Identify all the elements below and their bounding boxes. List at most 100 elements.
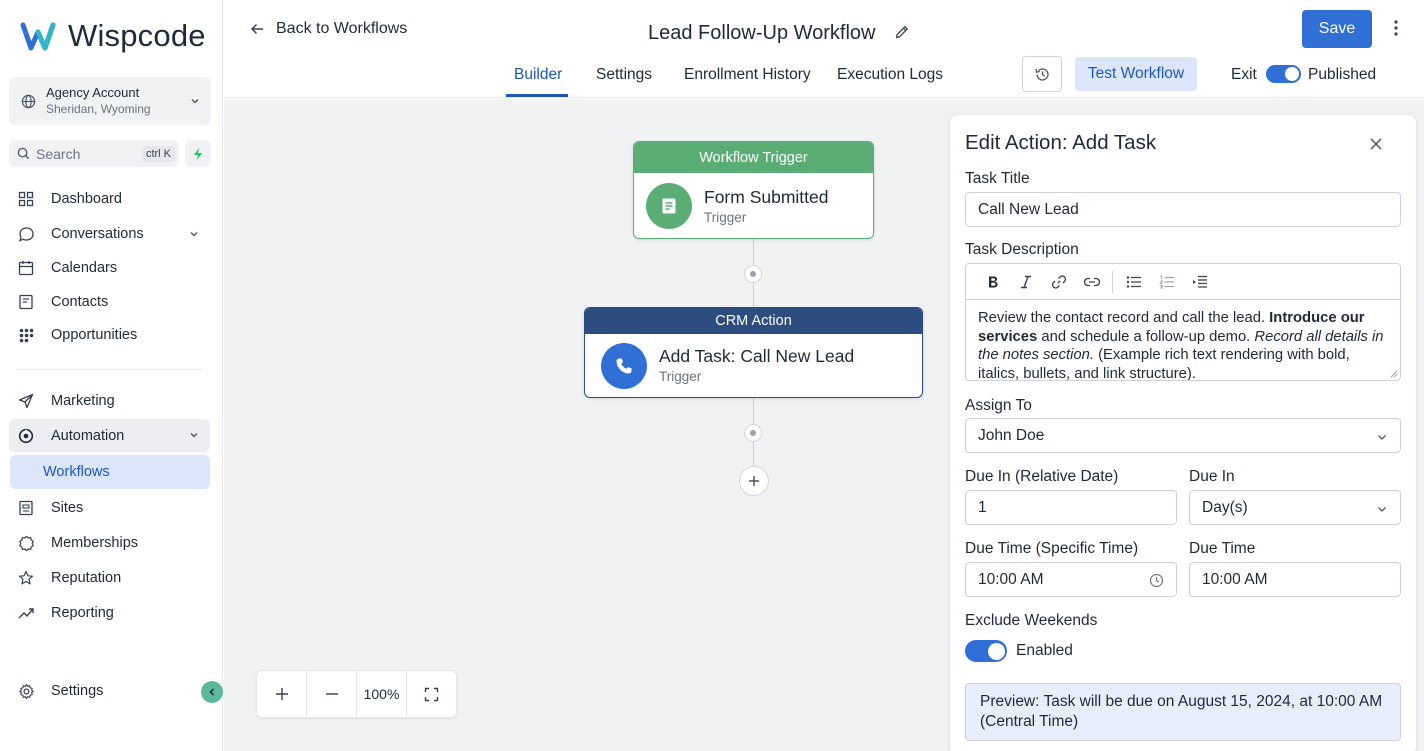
due-in-relative-input[interactable]: 1	[965, 490, 1177, 525]
search-input[interactable]: Search ctrl K	[9, 140, 179, 167]
connector-dot[interactable]	[744, 424, 762, 442]
numbered-list-icon	[1158, 275, 1174, 288]
task-title-label: Task Title	[965, 170, 1030, 187]
globe-icon	[21, 94, 36, 108]
fit-view-button[interactable]	[407, 671, 456, 717]
due-time-label: Due Time	[1189, 540, 1256, 557]
connector-dot[interactable]	[744, 265, 762, 283]
zoom-in-button[interactable]	[257, 671, 307, 717]
search-icon	[17, 147, 30, 160]
workflow-title: Lead Follow-Up Workflow	[648, 22, 876, 44]
sidebar-item-sites[interactable]: Sites	[9, 492, 210, 524]
numbered-list-button[interactable]	[1150, 270, 1183, 294]
sidebar-item-settings[interactable]: Settings	[9, 675, 210, 707]
test-workflow-button[interactable]: Test Workflow	[1075, 57, 1197, 91]
exit-label: Exit	[1231, 66, 1257, 83]
account-name: Agency Account	[46, 85, 140, 100]
sites-icon	[17, 499, 35, 517]
exclude-weekends-state: Enabled	[1016, 642, 1073, 659]
star-icon	[17, 569, 35, 587]
chain-link-icon	[1083, 277, 1100, 286]
link-button[interactable]	[1042, 270, 1075, 294]
sidebar-item-workflows[interactable]: Workflows	[10, 455, 210, 489]
sidebar-item-label: Memberships	[51, 535, 139, 551]
sidebar-item-contacts[interactable]: Contacts	[9, 286, 210, 318]
close-icon[interactable]	[1369, 137, 1383, 151]
task-title-input[interactable]: Call New Lead	[965, 192, 1401, 227]
sidebar-item-label: Contacts	[51, 294, 109, 310]
action-node[interactable]: CRM Action Add Task: Call New Lead Trigg…	[584, 307, 923, 398]
due-time-specific-input[interactable]: 10:00 AM	[965, 562, 1177, 597]
brand-logo[interactable]: Wispcode	[20, 18, 206, 54]
calendar-icon	[17, 259, 35, 277]
task-description-content[interactable]: Review the contact record and call the l…	[966, 300, 1400, 380]
bullet-list-button[interactable]	[1117, 270, 1150, 294]
quick-actions-button[interactable]	[185, 140, 211, 167]
collapse-sidebar-button[interactable]	[201, 681, 223, 703]
exclude-weekends-label: Exclude Weekends	[965, 612, 1098, 629]
brand-name: Wispcode	[68, 18, 206, 53]
arrow-left-icon	[250, 23, 263, 35]
desc-text: and schedule a follow-up demo.	[1037, 328, 1255, 345]
workflow-canvas[interactable]: Workflow Trigger Form Submitted Trigger …	[224, 99, 940, 751]
sidebar-item-conversations[interactable]: Conversations	[9, 218, 210, 250]
sidebar-item-calendars[interactable]: Calendars	[9, 252, 210, 284]
chat-icon	[17, 225, 35, 243]
toolbar-separator	[1112, 270, 1113, 293]
published-label: Published	[1308, 66, 1377, 83]
save-button[interactable]: Save	[1302, 10, 1372, 48]
italic-button[interactable]	[1009, 270, 1042, 294]
resize-handle-icon[interactable]	[1390, 370, 1398, 378]
memberships-icon	[17, 534, 35, 552]
zoom-controls: 100%	[256, 670, 457, 718]
due-in-unit-select[interactable]: Day(s)	[1189, 490, 1401, 525]
sidebar-item-dashboard[interactable]: Dashboard	[9, 183, 210, 215]
top-header: Back to Workflows Lead Follow-Up Workflo…	[224, 0, 1424, 98]
version-history-button[interactable]	[1022, 56, 1062, 92]
search-shortcut: ctrl K	[141, 145, 175, 162]
trigger-node[interactable]: Workflow Trigger Form Submitted Trigger	[633, 141, 874, 239]
due-in-relative-label: Due In (Relative Date)	[965, 468, 1119, 485]
tab-settings[interactable]: Settings	[596, 66, 652, 84]
exclude-weekends-toggle[interactable]	[965, 640, 1007, 662]
tab-enrollment-history[interactable]: Enrollment History	[684, 66, 811, 84]
bold-button[interactable]	[976, 270, 1009, 294]
italic-icon	[1020, 275, 1031, 288]
add-step-button[interactable]	[739, 466, 769, 496]
sidebar-item-memberships[interactable]: Memberships	[9, 527, 210, 559]
assign-to-select[interactable]: John Doe	[965, 418, 1401, 453]
sidebar-item-opportunities[interactable]: Opportunities	[9, 319, 210, 351]
tab-execution-logs[interactable]: Execution Logs	[837, 66, 943, 84]
back-label: Back to Workflows	[276, 20, 408, 37]
sidebar-item-label: Conversations	[51, 226, 144, 242]
chevron-down-icon	[191, 99, 199, 104]
active-tab-indicator	[506, 94, 568, 97]
sidebar-item-label: Settings	[51, 683, 104, 699]
trigger-node-subtitle: Trigger	[704, 209, 747, 225]
plus-icon	[749, 476, 759, 486]
zoom-out-button[interactable]	[307, 671, 357, 717]
account-switcher[interactable]: Agency Account Sheridan, Wyoming	[9, 77, 211, 125]
task-description-editor[interactable]: Review the contact record and call the l…	[965, 263, 1401, 381]
sidebar-item-reporting[interactable]: Reporting	[9, 597, 210, 629]
wispcode-logo-icon	[20, 22, 56, 51]
sidebar-item-marketing[interactable]: Marketing	[9, 385, 210, 417]
publish-toggle[interactable]	[1266, 65, 1301, 83]
trend-icon	[17, 604, 35, 622]
panel-title: Edit Action: Add Task	[965, 131, 1157, 154]
tab-builder[interactable]: Builder	[514, 66, 562, 84]
sidebar-item-automation[interactable]: Automation	[9, 419, 210, 452]
toggle-knob	[987, 642, 1005, 660]
more-options-icon[interactable]	[1394, 19, 1398, 37]
unlink-button[interactable]	[1075, 270, 1108, 294]
chevron-down-icon	[190, 433, 198, 438]
due-time-input[interactable]: 10:00 AM	[1189, 562, 1401, 597]
action-node-title: Add Task: Call New Lead	[659, 346, 855, 366]
clock-icon[interactable]	[1149, 573, 1164, 588]
sidebar-item-reputation[interactable]: Reputation	[9, 562, 210, 594]
edit-action-panel: Edit Action: Add Task Task Title Call Ne…	[950, 115, 1416, 751]
indent-button[interactable]	[1183, 270, 1216, 294]
back-to-workflows-link[interactable]: Back to Workflows	[250, 20, 407, 38]
pencil-icon[interactable]	[894, 24, 910, 40]
bold-icon	[988, 276, 997, 287]
